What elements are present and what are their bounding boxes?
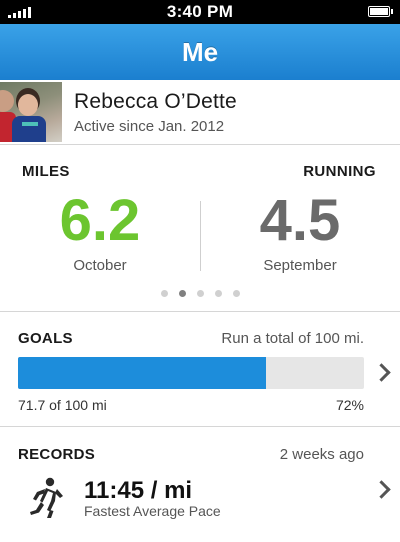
stat-previous-month-label: September — [263, 257, 337, 274]
profile-active-since: Active since Jan. 2012 — [74, 118, 225, 135]
goal-percent-text: 72% — [335, 397, 364, 413]
goals-description: Run a total of 100 mi. — [221, 330, 364, 347]
records-section[interactable]: RECORDS 2 weeks ago 11:45 / mi Fastest A… — [0, 427, 400, 542]
status-time: 3:40 PM — [166, 2, 234, 21]
nav-bar: Me — [0, 24, 400, 81]
goal-progress-text: 71.7 of 100 mi — [18, 397, 107, 413]
goal-progress-bar — [18, 357, 364, 389]
stats-carousel[interactable]: MILES RUNNING 6.2 October 4.5 September — [0, 145, 400, 312]
profile-header[interactable]: Rebecca O’Dette Active since Jan. 2012 — [0, 80, 400, 145]
page-dot[interactable] — [232, 290, 240, 297]
stat-previous-month: 4.5 September — [200, 188, 400, 275]
page-dot[interactable] — [178, 290, 186, 297]
battery-icon — [368, 6, 393, 17]
record-value: 11:45 / mi — [84, 477, 193, 504]
page-dot[interactable] — [196, 290, 204, 297]
page-indicator[interactable] — [0, 290, 400, 297]
stat-type-label: MILES — [22, 163, 70, 180]
stat-current-month-label: October — [73, 257, 127, 274]
records-title: RECORDS — [18, 446, 96, 463]
profile-name: Rebecca O’Dette — [74, 90, 237, 113]
runner-icon — [30, 477, 63, 518]
avatar[interactable] — [0, 82, 62, 142]
record-label: Fastest Average Pace — [84, 503, 221, 519]
status-bar: 3:40 PM — [0, 0, 400, 24]
signal-strength-icon — [8, 6, 31, 18]
page-title: Me — [181, 36, 219, 67]
stat-current-value: 6.2 — [59, 188, 141, 253]
page-dot[interactable] — [214, 290, 222, 297]
goals-title: GOALS — [18, 330, 73, 347]
goal-progress-fill — [18, 357, 267, 389]
page-dot[interactable] — [160, 290, 168, 297]
goals-section[interactable]: GOALS Run a total of 100 mi. 71.7 of 100… — [0, 312, 400, 427]
stat-current-month: 6.2 October — [0, 188, 200, 275]
stat-activity-label: RUNNING — [303, 163, 376, 180]
chevron-right-icon[interactable] — [372, 363, 391, 382]
stat-previous-value: 4.5 — [259, 188, 341, 253]
chevron-right-icon[interactable] — [372, 480, 391, 499]
records-when: 2 weeks ago — [279, 446, 364, 463]
